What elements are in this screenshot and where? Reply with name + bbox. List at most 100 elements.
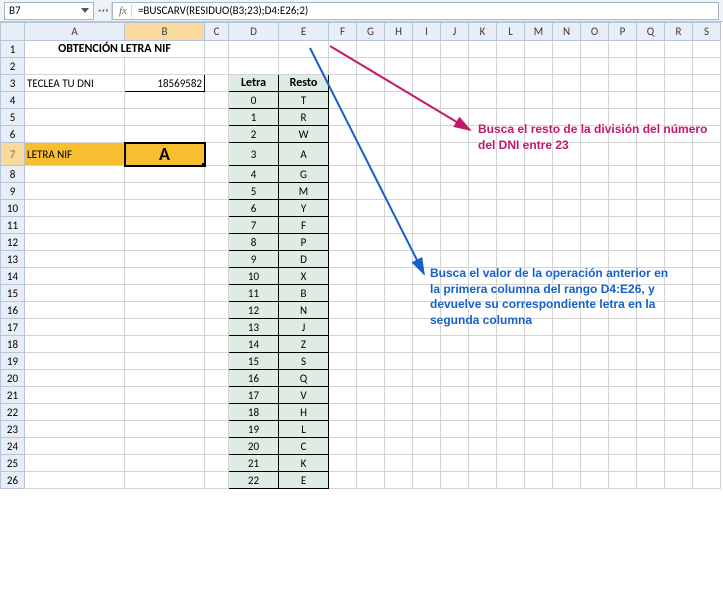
cell[interactable]: [125, 251, 205, 268]
cell[interactable]: [609, 319, 637, 336]
cell[interactable]: [609, 183, 637, 200]
table-cell-letter[interactable]: T: [279, 92, 329, 109]
cell[interactable]: [665, 302, 693, 319]
cell[interactable]: [205, 472, 229, 489]
cell[interactable]: [665, 143, 693, 166]
cell[interactable]: [329, 200, 357, 217]
cell[interactable]: [637, 268, 665, 285]
col-header[interactable]: N: [553, 23, 581, 41]
cell[interactable]: [497, 217, 525, 234]
table-cell-letter[interactable]: S: [279, 353, 329, 370]
cell[interactable]: [553, 143, 581, 166]
cell[interactable]: [205, 109, 229, 126]
cell[interactable]: [441, 421, 469, 438]
cell[interactable]: [279, 58, 329, 75]
cell[interactable]: [665, 251, 693, 268]
cell[interactable]: [553, 251, 581, 268]
row-header[interactable]: 25: [1, 455, 25, 472]
cell[interactable]: [693, 421, 721, 438]
cell[interactable]: [441, 438, 469, 455]
table-cell-letter[interactable]: Q: [279, 370, 329, 387]
cell[interactable]: [469, 109, 497, 126]
cell[interactable]: [609, 126, 637, 143]
cell[interactable]: [329, 166, 357, 183]
table-cell-number[interactable]: 13: [229, 319, 279, 336]
cell[interactable]: [357, 319, 385, 336]
cell[interactable]: [205, 319, 229, 336]
cell[interactable]: [385, 302, 413, 319]
cell[interactable]: [413, 421, 441, 438]
cell[interactable]: [525, 143, 553, 166]
cell[interactable]: [581, 75, 609, 92]
cell[interactable]: [469, 58, 497, 75]
spreadsheet[interactable]: ABCDEFGHIJKLMNOPQRS 1OBTENCIÓN LETRA NIF…: [0, 22, 721, 489]
table-cell-letter[interactable]: C: [279, 438, 329, 455]
cell[interactable]: [413, 302, 441, 319]
cell[interactable]: [413, 200, 441, 217]
table-cell-number[interactable]: 16: [229, 370, 279, 387]
table-cell-number[interactable]: 2: [229, 126, 279, 143]
cell[interactable]: [693, 58, 721, 75]
cell[interactable]: [25, 319, 125, 336]
cell[interactable]: [329, 336, 357, 353]
cell[interactable]: [385, 143, 413, 166]
cell[interactable]: [329, 251, 357, 268]
col-header[interactable]: F: [329, 23, 357, 41]
cell[interactable]: [609, 285, 637, 302]
col-header[interactable]: G: [357, 23, 385, 41]
cell[interactable]: [125, 234, 205, 251]
col-header[interactable]: D: [229, 23, 279, 41]
cell[interactable]: [205, 302, 229, 319]
cell[interactable]: [581, 438, 609, 455]
cell[interactable]: [609, 234, 637, 251]
cell[interactable]: [469, 200, 497, 217]
cell[interactable]: [441, 319, 469, 336]
table-cell-number[interactable]: 15: [229, 353, 279, 370]
cell[interactable]: [497, 92, 525, 109]
cell[interactable]: [469, 370, 497, 387]
col-header[interactable]: L: [497, 23, 525, 41]
cell[interactable]: [581, 217, 609, 234]
cell[interactable]: [553, 166, 581, 183]
cell[interactable]: [229, 41, 279, 58]
cell[interactable]: [637, 126, 665, 143]
cell[interactable]: [413, 183, 441, 200]
cell[interactable]: [413, 336, 441, 353]
row-header[interactable]: 24: [1, 438, 25, 455]
cell[interactable]: [205, 421, 229, 438]
cell[interactable]: [385, 234, 413, 251]
row-header[interactable]: 6: [1, 126, 25, 143]
cell[interactable]: [385, 370, 413, 387]
fill-handle[interactable]: [202, 163, 205, 166]
cell[interactable]: [125, 455, 205, 472]
cell[interactable]: [125, 353, 205, 370]
cell[interactable]: [385, 58, 413, 75]
cell[interactable]: [637, 336, 665, 353]
cell[interactable]: [205, 126, 229, 143]
cell[interactable]: [525, 268, 553, 285]
cell[interactable]: [581, 336, 609, 353]
cell[interactable]: [553, 438, 581, 455]
cell[interactable]: [553, 336, 581, 353]
cell[interactable]: [497, 58, 525, 75]
cell[interactable]: [525, 370, 553, 387]
row-header[interactable]: 23: [1, 421, 25, 438]
cell[interactable]: [525, 200, 553, 217]
cell[interactable]: [357, 251, 385, 268]
col-header[interactable]: J: [441, 23, 469, 41]
cell[interactable]: [609, 404, 637, 421]
name-box[interactable]: B7: [4, 2, 94, 20]
cell[interactable]: [25, 455, 125, 472]
cell[interactable]: [693, 336, 721, 353]
cell[interactable]: [609, 438, 637, 455]
row-header[interactable]: 14: [1, 268, 25, 285]
cell[interactable]: [329, 109, 357, 126]
cell[interactable]: [497, 421, 525, 438]
table-cell-letter[interactable]: K: [279, 455, 329, 472]
col-header[interactable]: I: [413, 23, 441, 41]
cell[interactable]: [385, 353, 413, 370]
cell[interactable]: [25, 58, 125, 75]
cell[interactable]: [385, 183, 413, 200]
cell[interactable]: [665, 336, 693, 353]
cell[interactable]: [205, 251, 229, 268]
